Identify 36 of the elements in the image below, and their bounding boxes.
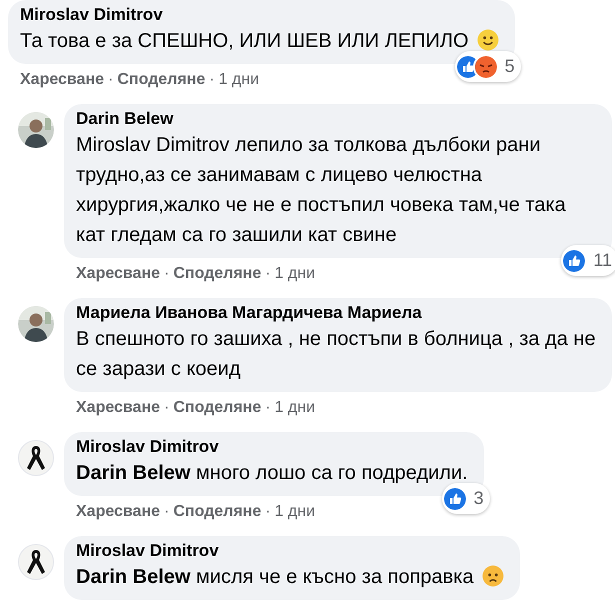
- separator-dot: ·: [164, 264, 170, 284]
- action-link[interactable]: Споделяне: [173, 500, 262, 524]
- separator-dot: ·: [265, 398, 271, 418]
- comment-author[interactable]: Darin Belew: [76, 108, 600, 130]
- action-link[interactable]: Споделяне: [173, 396, 262, 420]
- comment-text: Miroslav Dimitrov лепило за толкова дълбоки рани трудно,аз се занимавам с лицево челюстна хирургия,жалко че не е постъпил човека там,че така кат гледам са го зашили кат свине: [76, 134, 566, 246]
- comment-time[interactable]: 1 дни: [274, 396, 316, 420]
- comment-author[interactable]: Мариела Иванова Магардичева Мариела: [76, 302, 600, 324]
- comment-text: Darin Belew много лошо са го подредили.: [76, 462, 468, 484]
- comment-text: В спешното го зашиха , не постъпи в болница , за да не се зарази с коеид: [76, 328, 596, 380]
- reaction-count: 3: [474, 487, 484, 510]
- comment-time[interactable]: 1 дни: [218, 68, 260, 92]
- comment-author[interactable]: Miroslav Dimitrov: [20, 4, 503, 26]
- comment-text: Та това е за СПЕШНО, ИЛИ ШЕВ ИЛИ ЛЕПИЛО: [20, 30, 469, 52]
- action-link[interactable]: Харесване: [76, 500, 160, 524]
- action-link[interactable]: Споделяне: [173, 262, 262, 286]
- comment-author[interactable]: Miroslav Dimitrov: [76, 436, 472, 458]
- comment-text: Darin Belew мисля че е късно за поправка: [76, 566, 474, 588]
- reaction-badge[interactable]: 11: [561, 245, 615, 276]
- separator-dot: ·: [164, 502, 170, 522]
- separator-dot: ·: [265, 264, 271, 284]
- comment-time[interactable]: 1 дни: [274, 500, 316, 524]
- action-link[interactable]: Харесване: [76, 396, 160, 420]
- reaction-count: 5: [504, 55, 515, 78]
- reaction-badge[interactable]: 5: [454, 51, 521, 82]
- action-link[interactable]: Харесване: [20, 68, 104, 92]
- reaction-count: 11: [593, 249, 612, 272]
- separator-dot: ·: [108, 70, 114, 90]
- comment-time[interactable]: 1 дни: [274, 262, 316, 286]
- separator-dot: ·: [164, 398, 170, 418]
- separator-dot: ·: [209, 70, 215, 90]
- action-link[interactable]: Споделяне: [117, 68, 206, 92]
- comment-author[interactable]: Miroslav Dimitrov: [76, 540, 508, 562]
- separator-dot: ·: [265, 502, 271, 522]
- reaction-badge[interactable]: 3: [442, 483, 490, 514]
- action-link[interactable]: Харесване: [76, 262, 160, 286]
